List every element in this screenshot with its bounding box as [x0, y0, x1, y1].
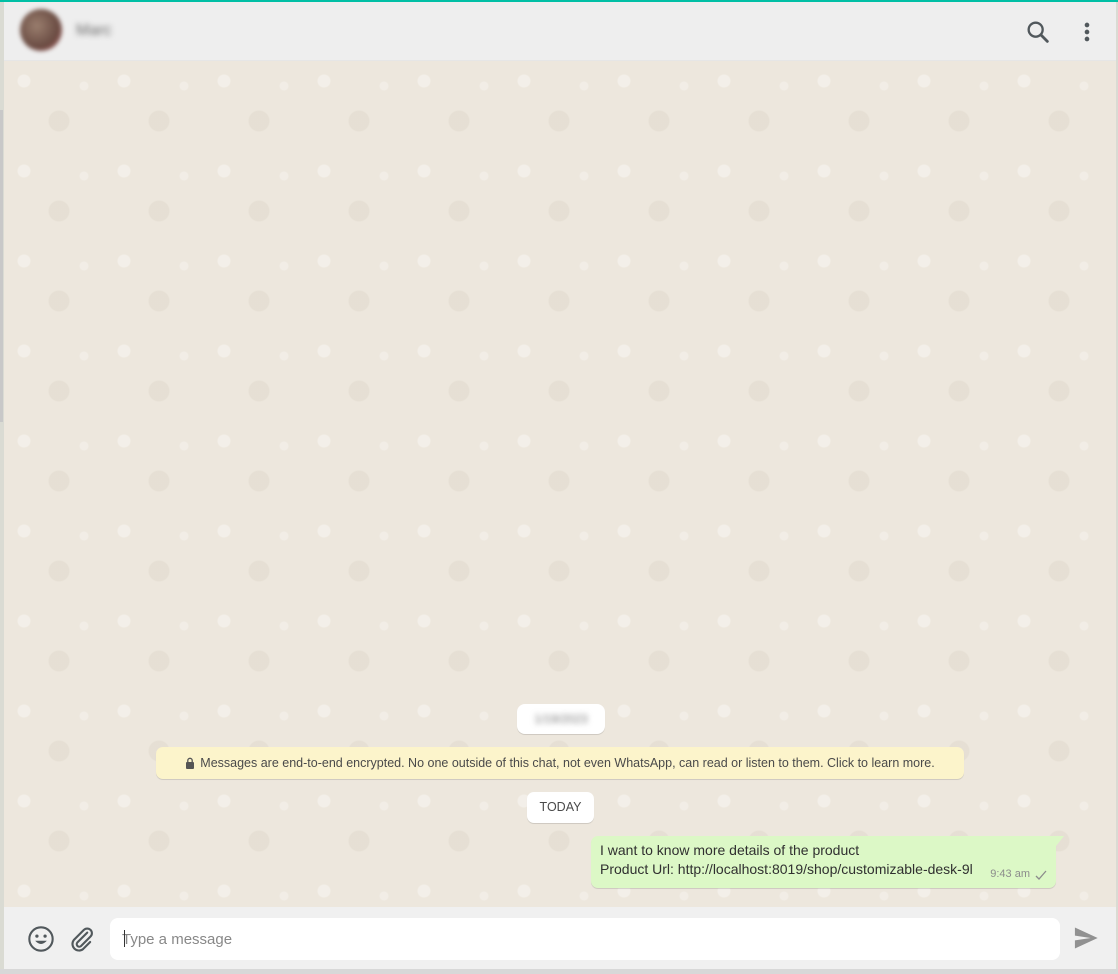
composer-bar: [4, 907, 1116, 969]
paperclip-icon: [71, 927, 93, 952]
search-button[interactable]: [1024, 18, 1052, 46]
menu-button[interactable]: [1073, 18, 1101, 46]
emoji-button[interactable]: [27, 925, 55, 953]
contact-name[interactable]: Marc: [76, 22, 112, 40]
message-time: 9:43 am: [990, 868, 1030, 880]
search-icon: [1027, 21, 1049, 43]
chat-header: Marc: [4, 2, 1116, 61]
chat-area[interactable]: 1/19/2023 Messages are end-to-end encryp…: [4, 61, 1116, 907]
avatar[interactable]: [20, 9, 62, 51]
message-input[interactable]: [110, 918, 1060, 960]
send-button[interactable]: [1072, 924, 1100, 952]
date-badge-text: 1/19/2023: [534, 712, 588, 726]
lock-icon: [186, 757, 195, 769]
more-vertical-icon: [1084, 22, 1090, 42]
message-text-line: I want to know more details of the produ…: [600, 842, 860, 858]
text-caret: [124, 930, 125, 947]
emoji-icon: [28, 926, 54, 952]
date-badge: 1/19/2023: [517, 704, 605, 734]
message-url-line[interactable]: Product Url: http://localhost:8019/shop/…: [600, 860, 1047, 879]
encryption-notice-text: Messages are end-to-end encrypted. No on…: [200, 756, 935, 770]
bubble-tail: [1056, 836, 1064, 846]
today-badge: TODAY: [527, 792, 594, 823]
outgoing-message[interactable]: I want to know more details of the produ…: [591, 836, 1064, 888]
attach-button[interactable]: [68, 925, 96, 953]
message-meta: 9:43 am: [990, 865, 1048, 884]
left-panel-edge: [0, 110, 3, 422]
single-check-icon: [1035, 870, 1047, 880]
window-bottom-edge: [0, 969, 1118, 974]
encryption-notice[interactable]: Messages are end-to-end encrypted. No on…: [156, 747, 964, 779]
send-icon: [1074, 927, 1098, 949]
